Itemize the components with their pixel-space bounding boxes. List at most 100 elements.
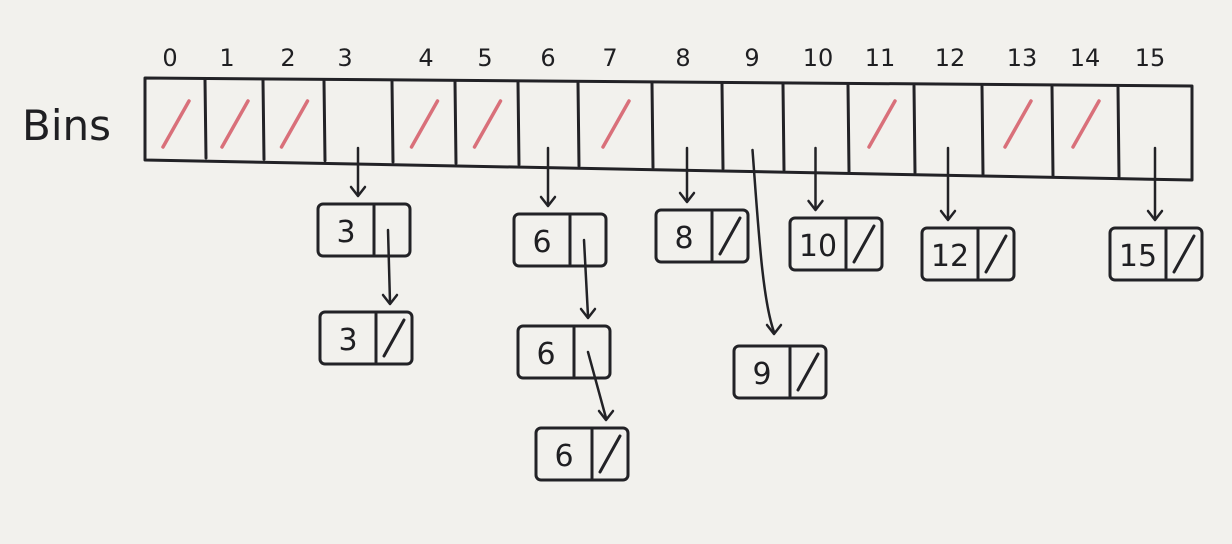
node-value: 6 (554, 439, 573, 474)
bin-divider (1116, 85, 1121, 179)
list-node: 15 (1108, 226, 1204, 282)
bin-index-label: 5 (477, 44, 492, 72)
bin-divider (453, 80, 458, 165)
bin-index-label: 11 (865, 44, 896, 72)
bin-index-label: 14 (1070, 44, 1101, 72)
bin-index-label: 12 (935, 44, 966, 72)
list-node: 12 (920, 226, 1016, 282)
bin-cell-11: 11 (865, 44, 917, 175)
null-pointer-mark (598, 434, 622, 474)
bin-divider (980, 84, 985, 176)
list-node: 3 (318, 310, 414, 366)
bin-cell-0: 0 (161, 44, 208, 160)
empty-bin-mark (220, 99, 250, 149)
node-value: 8 (674, 221, 693, 256)
chain-bin-15: 15 (1108, 146, 1204, 282)
bin-array: 0 1 2 3 4 5 6 7 8 9 10 11 12 13 14 15 (143, 44, 1194, 182)
bin-index-label: 4 (418, 44, 433, 72)
bin-index-label: 3 (337, 44, 352, 72)
bin-cell-1: 1 (219, 44, 266, 161)
node-box (654, 208, 750, 264)
empty-bin-mark (1003, 99, 1033, 149)
bin-index-label: 6 (540, 44, 555, 72)
bin-divider (720, 82, 725, 171)
list-node: 3 (316, 202, 412, 306)
null-pointer-mark (984, 234, 1008, 274)
chain-bin-6: 6 6 6 (512, 146, 630, 482)
bucket-chains: 336668910 12 15 (316, 146, 1204, 482)
bin-cell-13: 13 (1003, 44, 1055, 177)
chain-bin-9: 9 (732, 148, 828, 400)
bin-divider (1050, 85, 1055, 177)
bin-cell-9: 9 (744, 44, 786, 172)
null-pointer-mark (796, 352, 820, 392)
bin-cell-14: 14 (1070, 44, 1121, 179)
bin-divider (203, 78, 208, 160)
list-node: 6 (512, 212, 608, 320)
bins-row-label: Bins (22, 101, 111, 150)
list-node: 10 (788, 216, 884, 272)
empty-bin-mark (161, 99, 191, 149)
empty-bin-mark (1071, 99, 1101, 149)
chain-bin-12: 12 (920, 146, 1016, 282)
empty-bin-mark (601, 99, 631, 149)
bin-index-label: 10 (803, 44, 834, 72)
next-pointer-arrow (586, 350, 608, 420)
node-box (516, 324, 612, 380)
node-value: 6 (536, 337, 555, 372)
empty-bin-mark (279, 99, 310, 149)
chain-bin-3: 33 (316, 146, 414, 366)
bin-divider (650, 82, 655, 169)
node-value: 3 (338, 323, 357, 358)
bin-index-label: 2 (280, 44, 295, 72)
bin-index-label: 0 (162, 44, 177, 72)
bin-divider (390, 80, 395, 164)
null-pointer-mark (1172, 234, 1196, 274)
node-box (316, 202, 412, 258)
null-pointer-mark (382, 318, 406, 358)
bin-index-label: 8 (675, 44, 690, 72)
bin-cell-12: 12 (935, 44, 985, 176)
bin-index-label: 7 (602, 44, 617, 72)
node-value: 10 (799, 229, 837, 264)
bin-cell-10: 10 (803, 44, 851, 173)
next-pointer-arrow (386, 228, 392, 304)
bin-cell-7: 7 (601, 44, 655, 169)
bin-cell-15: 15 (1135, 44, 1166, 72)
bin-pointer-arrow (751, 148, 776, 334)
node-value: 12 (931, 239, 969, 274)
bin-divider (846, 83, 851, 173)
node-value: 15 (1119, 239, 1157, 274)
node-box (732, 344, 828, 400)
bin-cell-4: 4 (409, 44, 458, 165)
bin-divider (261, 79, 266, 161)
list-node: 6 (534, 426, 630, 482)
bin-divider (576, 81, 581, 168)
bin-index-label: 13 (1007, 44, 1038, 72)
chain-bin-8: 8 (654, 146, 750, 264)
bin-divider (781, 83, 786, 172)
node-value: 3 (336, 215, 355, 250)
bin-divider (516, 81, 521, 167)
empty-bin-mark (409, 99, 440, 149)
hash-table-diagram: Bins 0 1 2 3 4 5 6 7 8 9 10 11 12 13 14 15 336668910 12 1… (22, 44, 1204, 482)
bin-cell-8: 8 (675, 44, 725, 171)
bin-cell-3: 3 (337, 44, 395, 164)
empty-bin-mark (867, 99, 897, 149)
bin-index-label: 1 (219, 44, 234, 72)
bin-cell-6: 6 (540, 44, 581, 168)
node-box (318, 310, 414, 366)
node-box (512, 212, 608, 268)
bin-cell-2: 2 (279, 44, 327, 163)
next-pointer-arrow (582, 238, 590, 318)
chain-bin-10: 10 (788, 146, 884, 272)
list-node: 6 (516, 324, 615, 422)
null-pointer-mark (718, 216, 742, 256)
node-value: 9 (752, 357, 771, 392)
bin-divider (322, 79, 327, 163)
empty-bin-mark (472, 99, 503, 149)
node-box (534, 426, 630, 482)
null-pointer-mark (852, 224, 876, 264)
list-node: 9 (732, 344, 828, 400)
bin-divider (912, 84, 917, 175)
